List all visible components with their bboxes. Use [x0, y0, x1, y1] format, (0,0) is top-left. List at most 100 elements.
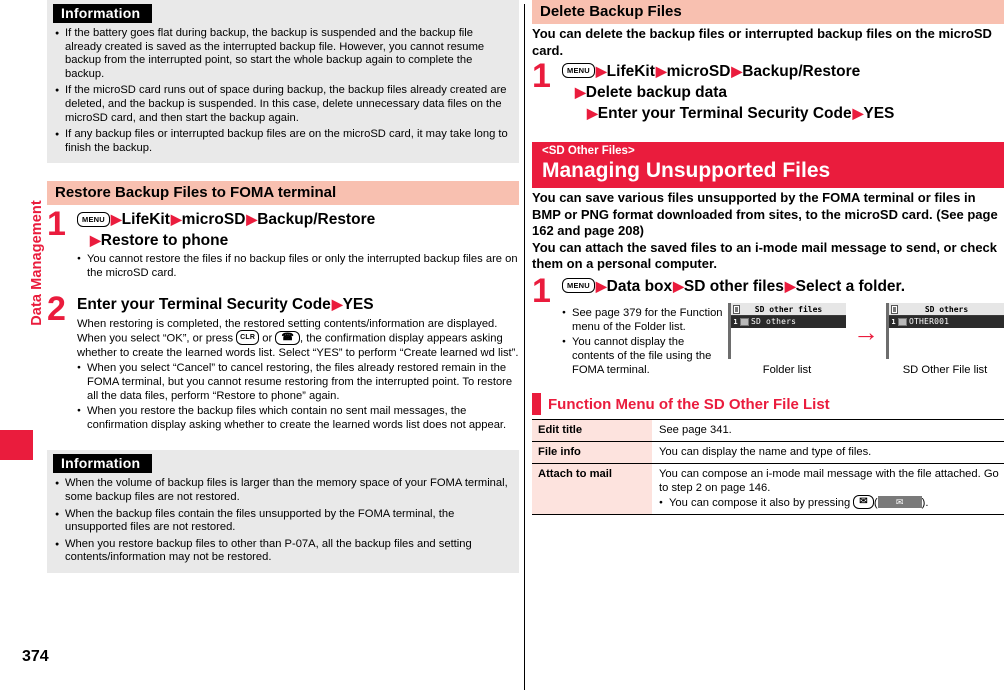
- step-heading: MENU ▶LifeKit▶microSD▶Backup/Restore ▶Res…: [77, 209, 519, 251]
- mail-softkey-icon: ✉: [877, 495, 922, 508]
- arrow-icon: ▶: [246, 211, 257, 228]
- arrow-icon: ▶: [575, 84, 586, 100]
- arrow-icon: ▶: [170, 211, 182, 228]
- step-part: LifeKit: [606, 63, 655, 80]
- file-icon: [898, 317, 907, 326]
- list-item: See page 379 for the Function menu of th…: [562, 306, 728, 334]
- function-menu-heading: Function Menu of the SD Other File List: [532, 392, 1004, 419]
- step-part: Data box: [606, 277, 673, 295]
- right-column: Delete Backup Files You can delete the b…: [532, 0, 1004, 697]
- step-part: SD other files: [683, 277, 784, 295]
- function-menu-title: Function Menu of the SD Other File List: [548, 395, 830, 413]
- section-heading-sdotherfiles: <SD Other Files> Managing Unsupported Fi…: [532, 142, 1004, 188]
- list-item: When the backup files contain the files …: [47, 508, 519, 535]
- information-list: When the volume of backup files is large…: [47, 477, 519, 565]
- right-arrow-icon: →: [853, 317, 879, 347]
- arrow-icon: ▶: [731, 63, 742, 79]
- list-item: If the microSD card runs out of space du…: [47, 84, 519, 125]
- page-number: 374: [22, 648, 49, 665]
- step-2-restore: 2 Enter your Terminal Security Code▶YES …: [47, 290, 519, 432]
- screen-title-bar: SD others: [889, 302, 1004, 316]
- step-1-screens-row: See page 379 for the Function menu of th…: [562, 302, 1004, 377]
- step-heading: MENU ▶LifeKit▶microSD▶Backup/Restore ▶Del…: [562, 61, 1004, 124]
- table-cell-key: Attach to mail: [532, 462, 652, 515]
- step-part: microSD: [181, 211, 246, 229]
- step-part: Delete backup data: [585, 84, 728, 101]
- screen-empty-area: [889, 327, 1004, 359]
- screen-title: SD other files: [754, 304, 823, 314]
- information-title: Information: [53, 4, 153, 23]
- list-item: When you restore backup files to other t…: [47, 538, 519, 565]
- step-number: 1: [47, 205, 66, 244]
- list-item: When the volume of backup files is large…: [47, 477, 519, 504]
- folder-list-screenshot: SD other files 1 SD others Folder list: [728, 302, 846, 376]
- step-1-bullets: See page 379 for the Function menu of th…: [562, 306, 728, 377]
- step-part: Backup/Restore: [742, 63, 861, 80]
- list-item: If any backup files or interrupted backu…: [47, 128, 519, 155]
- side-tab-label: Data Management: [29, 200, 45, 326]
- list-item: When you restore the backup files which …: [77, 404, 519, 432]
- row-index: 1: [731, 315, 740, 328]
- table-cell-value: See page 341.: [652, 418, 1004, 441]
- information-list: If the battery goes flat during backup, …: [47, 27, 519, 155]
- arrow-icon: ▶: [784, 277, 796, 294]
- step-part: Backup/Restore: [257, 211, 376, 229]
- mail-key-icon: ✉: [853, 494, 874, 509]
- step-2-bullets: When you select “Cancel” to cancel resto…: [77, 361, 519, 432]
- bullet-tail: ).: [921, 496, 929, 509]
- sdother-lead-2: You can attach the saved files to an i-m…: [532, 239, 998, 272]
- section-subheading: <SD Other Files>: [542, 145, 635, 157]
- information-title: Information: [53, 454, 153, 474]
- attach-description: You can compose an i-mode mail message w…: [659, 467, 999, 494]
- step-heading: Enter your Terminal Security Code▶YES: [77, 294, 519, 315]
- folder-icon: [740, 317, 749, 326]
- screen-title-bar: SD other files: [731, 302, 846, 316]
- step-part: Select a folder.: [795, 277, 906, 295]
- list-item: You can compose it also by pressing ✉(✉)…: [659, 494, 1000, 510]
- table-row: Attach to mail You can compose an i-mode…: [532, 462, 1004, 515]
- left-column: Information If the battery goes flat dur…: [47, 0, 519, 697]
- delete-lead-text: You can delete the backup files or inter…: [532, 26, 992, 58]
- section-title: Managing Unsupported Files: [542, 159, 831, 182]
- phone-screen: SD other files 1 SD others: [728, 302, 846, 359]
- menu-key-icon: MENU: [77, 211, 110, 227]
- information-box-top: Information If the battery goes flat dur…: [47, 0, 519, 164]
- list-item: When you select “Cancel” to cancel resto…: [77, 361, 519, 403]
- phone-screen: SD others 1 OTHER001: [886, 302, 1004, 359]
- file-list-caption: SD Other File list: [902, 363, 988, 376]
- list-item: You cannot restore the files if no backu…: [77, 252, 519, 280]
- end-call-key-icon: ☎: [275, 330, 300, 345]
- table-cell-value: You can display the name and type of fil…: [652, 440, 1004, 463]
- list-item: You cannot display the contents of the f…: [562, 335, 728, 377]
- step-1-restore: 1 MENU ▶LifeKit▶microSD▶Backup/Restore ▶R…: [47, 205, 519, 280]
- screen-empty-area: [731, 327, 846, 359]
- arrow-icon: ▶: [331, 296, 343, 313]
- attach-bullets: You can compose it also by pressing ✉(✉)…: [659, 494, 1000, 510]
- side-tab: Data Management: [0, 0, 45, 697]
- step-1-bullets-wrap: See page 379 for the Function menu of th…: [562, 303, 728, 377]
- body-text-b: or: [262, 332, 273, 345]
- sdother-lead-1: You can save various files unsupported b…: [532, 190, 998, 238]
- table-row: File info You can display the name and t…: [532, 440, 1004, 463]
- table-cell-value-attach: You can compose an i-mode mail message w…: [652, 462, 1004, 515]
- arrow-icon: ▶: [673, 277, 684, 294]
- row-label: SD others: [751, 316, 797, 326]
- table-cell-key: Edit title: [532, 418, 652, 441]
- step-part: Enter your Terminal Security Code: [77, 296, 331, 314]
- step-number: 2: [47, 290, 66, 329]
- list-item: If the battery goes flat during backup, …: [47, 27, 519, 81]
- list-item-selected: 1 SD others: [731, 315, 846, 328]
- step-1-sdother: 1 MENU ▶Data box▶SD other files▶Select a …: [532, 271, 1004, 377]
- step-part: Restore to phone: [100, 232, 229, 250]
- function-menu-table: Edit title See page 341. File info You c…: [532, 418, 1004, 515]
- arrow-icon: ▶: [587, 105, 598, 121]
- step-1-bullets: You cannot restore the files if no backu…: [77, 252, 519, 280]
- step-number: 1: [532, 271, 551, 310]
- step-1-delete: 1 MENU ▶LifeKit▶microSD▶Backup/Restore ▶D…: [532, 59, 1004, 124]
- folder-list-caption: Folder list: [762, 363, 812, 376]
- arrow-icon: ▶: [595, 63, 607, 79]
- clr-key-icon: CLR: [236, 330, 260, 346]
- step-part: LifeKit: [121, 211, 170, 229]
- menu-key-icon: MENU: [562, 277, 595, 293]
- step-part: YES: [863, 105, 895, 122]
